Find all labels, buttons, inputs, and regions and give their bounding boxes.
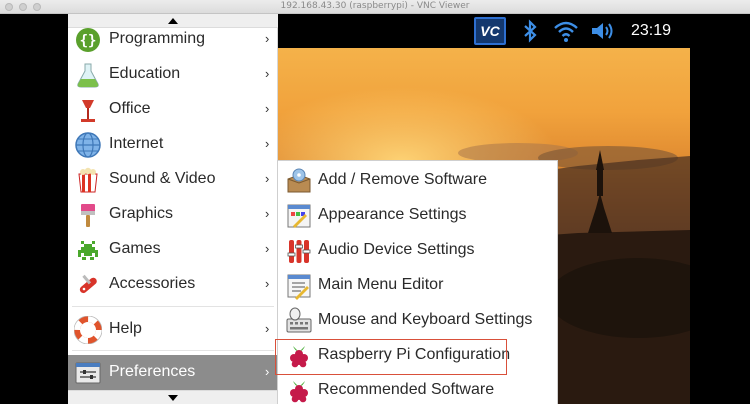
mouse-keyboard-settings-icon xyxy=(285,307,313,335)
help-icon xyxy=(73,315,103,345)
chevron-right-icon: › xyxy=(265,321,270,336)
internet-icon xyxy=(74,131,102,159)
menu-item-label: Education xyxy=(109,65,181,82)
submenu-item-add-remove-software[interactable]: Add / Remove Software xyxy=(278,163,557,198)
chevron-right-icon: › xyxy=(265,31,270,46)
highlight-box xyxy=(275,339,507,375)
bluetooth-icon[interactable] xyxy=(519,19,541,43)
menu-item-games[interactable]: Games › xyxy=(68,232,278,267)
chevron-right-icon: › xyxy=(265,136,270,151)
submenu-item-label: Audio Device Settings xyxy=(318,241,475,258)
chevron-right-icon: › xyxy=(265,276,270,291)
submenu-item-recommended-software[interactable]: Recommended Software xyxy=(278,373,557,404)
vnc-server-icon[interactable]: VC xyxy=(474,17,506,45)
submenu-item-label: Add / Remove Software xyxy=(318,171,487,188)
graphics-icon xyxy=(74,201,102,229)
submenu-item-label: Main Menu Editor xyxy=(318,276,444,293)
menu-item-help[interactable]: Help › xyxy=(68,312,278,347)
office-icon xyxy=(74,96,102,124)
appearance-settings-icon xyxy=(285,202,313,230)
menu-item-label: Sound & Video xyxy=(109,170,216,187)
preferences-submenu: Add / Remove Software Appearance Setting… xyxy=(275,160,558,404)
education-icon xyxy=(74,61,102,89)
submenu-item-label: Recommended Software xyxy=(318,381,495,398)
chevron-right-icon: › xyxy=(265,364,270,379)
menu-item-programming[interactable]: {} Programming › xyxy=(68,22,278,57)
submenu-item-main-menu-editor[interactable]: Main Menu Editor xyxy=(278,268,557,303)
menu-item-graphics[interactable]: Graphics › xyxy=(68,197,278,232)
menu-item-accessories[interactable]: Accessories › xyxy=(68,267,278,302)
menu-item-sound-video[interactable]: Sound & Video › xyxy=(68,162,278,197)
chevron-right-icon: › xyxy=(265,206,270,221)
menu-item-education[interactable]: Education › xyxy=(68,57,278,92)
preferences-icon xyxy=(74,359,102,387)
audio-device-settings-icon xyxy=(285,237,313,265)
chevron-right-icon: › xyxy=(265,101,270,116)
volume-icon[interactable] xyxy=(589,19,615,43)
main-menu-editor-icon xyxy=(285,272,313,300)
menu-item-label: Accessories xyxy=(109,275,196,292)
menu-item-office[interactable]: Office › xyxy=(68,92,278,127)
arrow-down-icon xyxy=(168,395,178,401)
menu-item-label: Graphics xyxy=(109,205,174,222)
menu-item-label: Preferences xyxy=(109,363,196,380)
submenu-item-appearance-settings[interactable]: Appearance Settings xyxy=(278,198,557,233)
add-remove-software-icon xyxy=(285,167,313,195)
accessories-icon xyxy=(74,271,102,299)
games-icon xyxy=(74,236,102,264)
window-titlebar: 192.168.43.30 (raspberrypi) - VNC Viewer xyxy=(0,0,750,14)
programming-icon: {} xyxy=(74,26,102,54)
menu-item-label: Office xyxy=(109,100,151,117)
submenu-item-label: Mouse and Keyboard Settings xyxy=(318,311,533,328)
submenu-item-mouse-keyboard-settings[interactable]: Mouse and Keyboard Settings xyxy=(278,303,557,338)
applications-menu: {} Programming › Education › Office › In… xyxy=(68,14,278,404)
submenu-item-label: Appearance Settings xyxy=(318,206,467,223)
chevron-right-icon: › xyxy=(265,171,270,186)
chevron-right-icon: › xyxy=(265,241,270,256)
menu-item-label: Programming xyxy=(109,30,206,47)
menu-separator xyxy=(72,306,274,307)
menu-item-internet[interactable]: Internet › xyxy=(68,127,278,162)
window-title: 192.168.43.30 (raspberrypi) - VNC Viewer xyxy=(280,1,470,11)
remote-desktop: VC 23:19 {} Programming › Education › Of… xyxy=(0,14,750,404)
menu-item-preferences[interactable]: Preferences › xyxy=(68,355,278,390)
svg-text:{}: {} xyxy=(80,33,97,49)
menu-item-label: Help xyxy=(109,320,142,337)
menu-item-label: Internet xyxy=(109,135,164,152)
menu-scroll-down[interactable] xyxy=(68,390,278,404)
menu-item-label: Games xyxy=(109,240,161,257)
menu-separator xyxy=(72,350,274,351)
raspberry-icon xyxy=(285,377,313,404)
chevron-right-icon: › xyxy=(265,66,270,81)
sound-video-icon xyxy=(74,166,102,194)
submenu-item-audio-device-settings[interactable]: Audio Device Settings xyxy=(278,233,557,268)
wifi-icon[interactable] xyxy=(553,19,579,43)
panel-clock[interactable]: 23:19 xyxy=(631,22,671,40)
